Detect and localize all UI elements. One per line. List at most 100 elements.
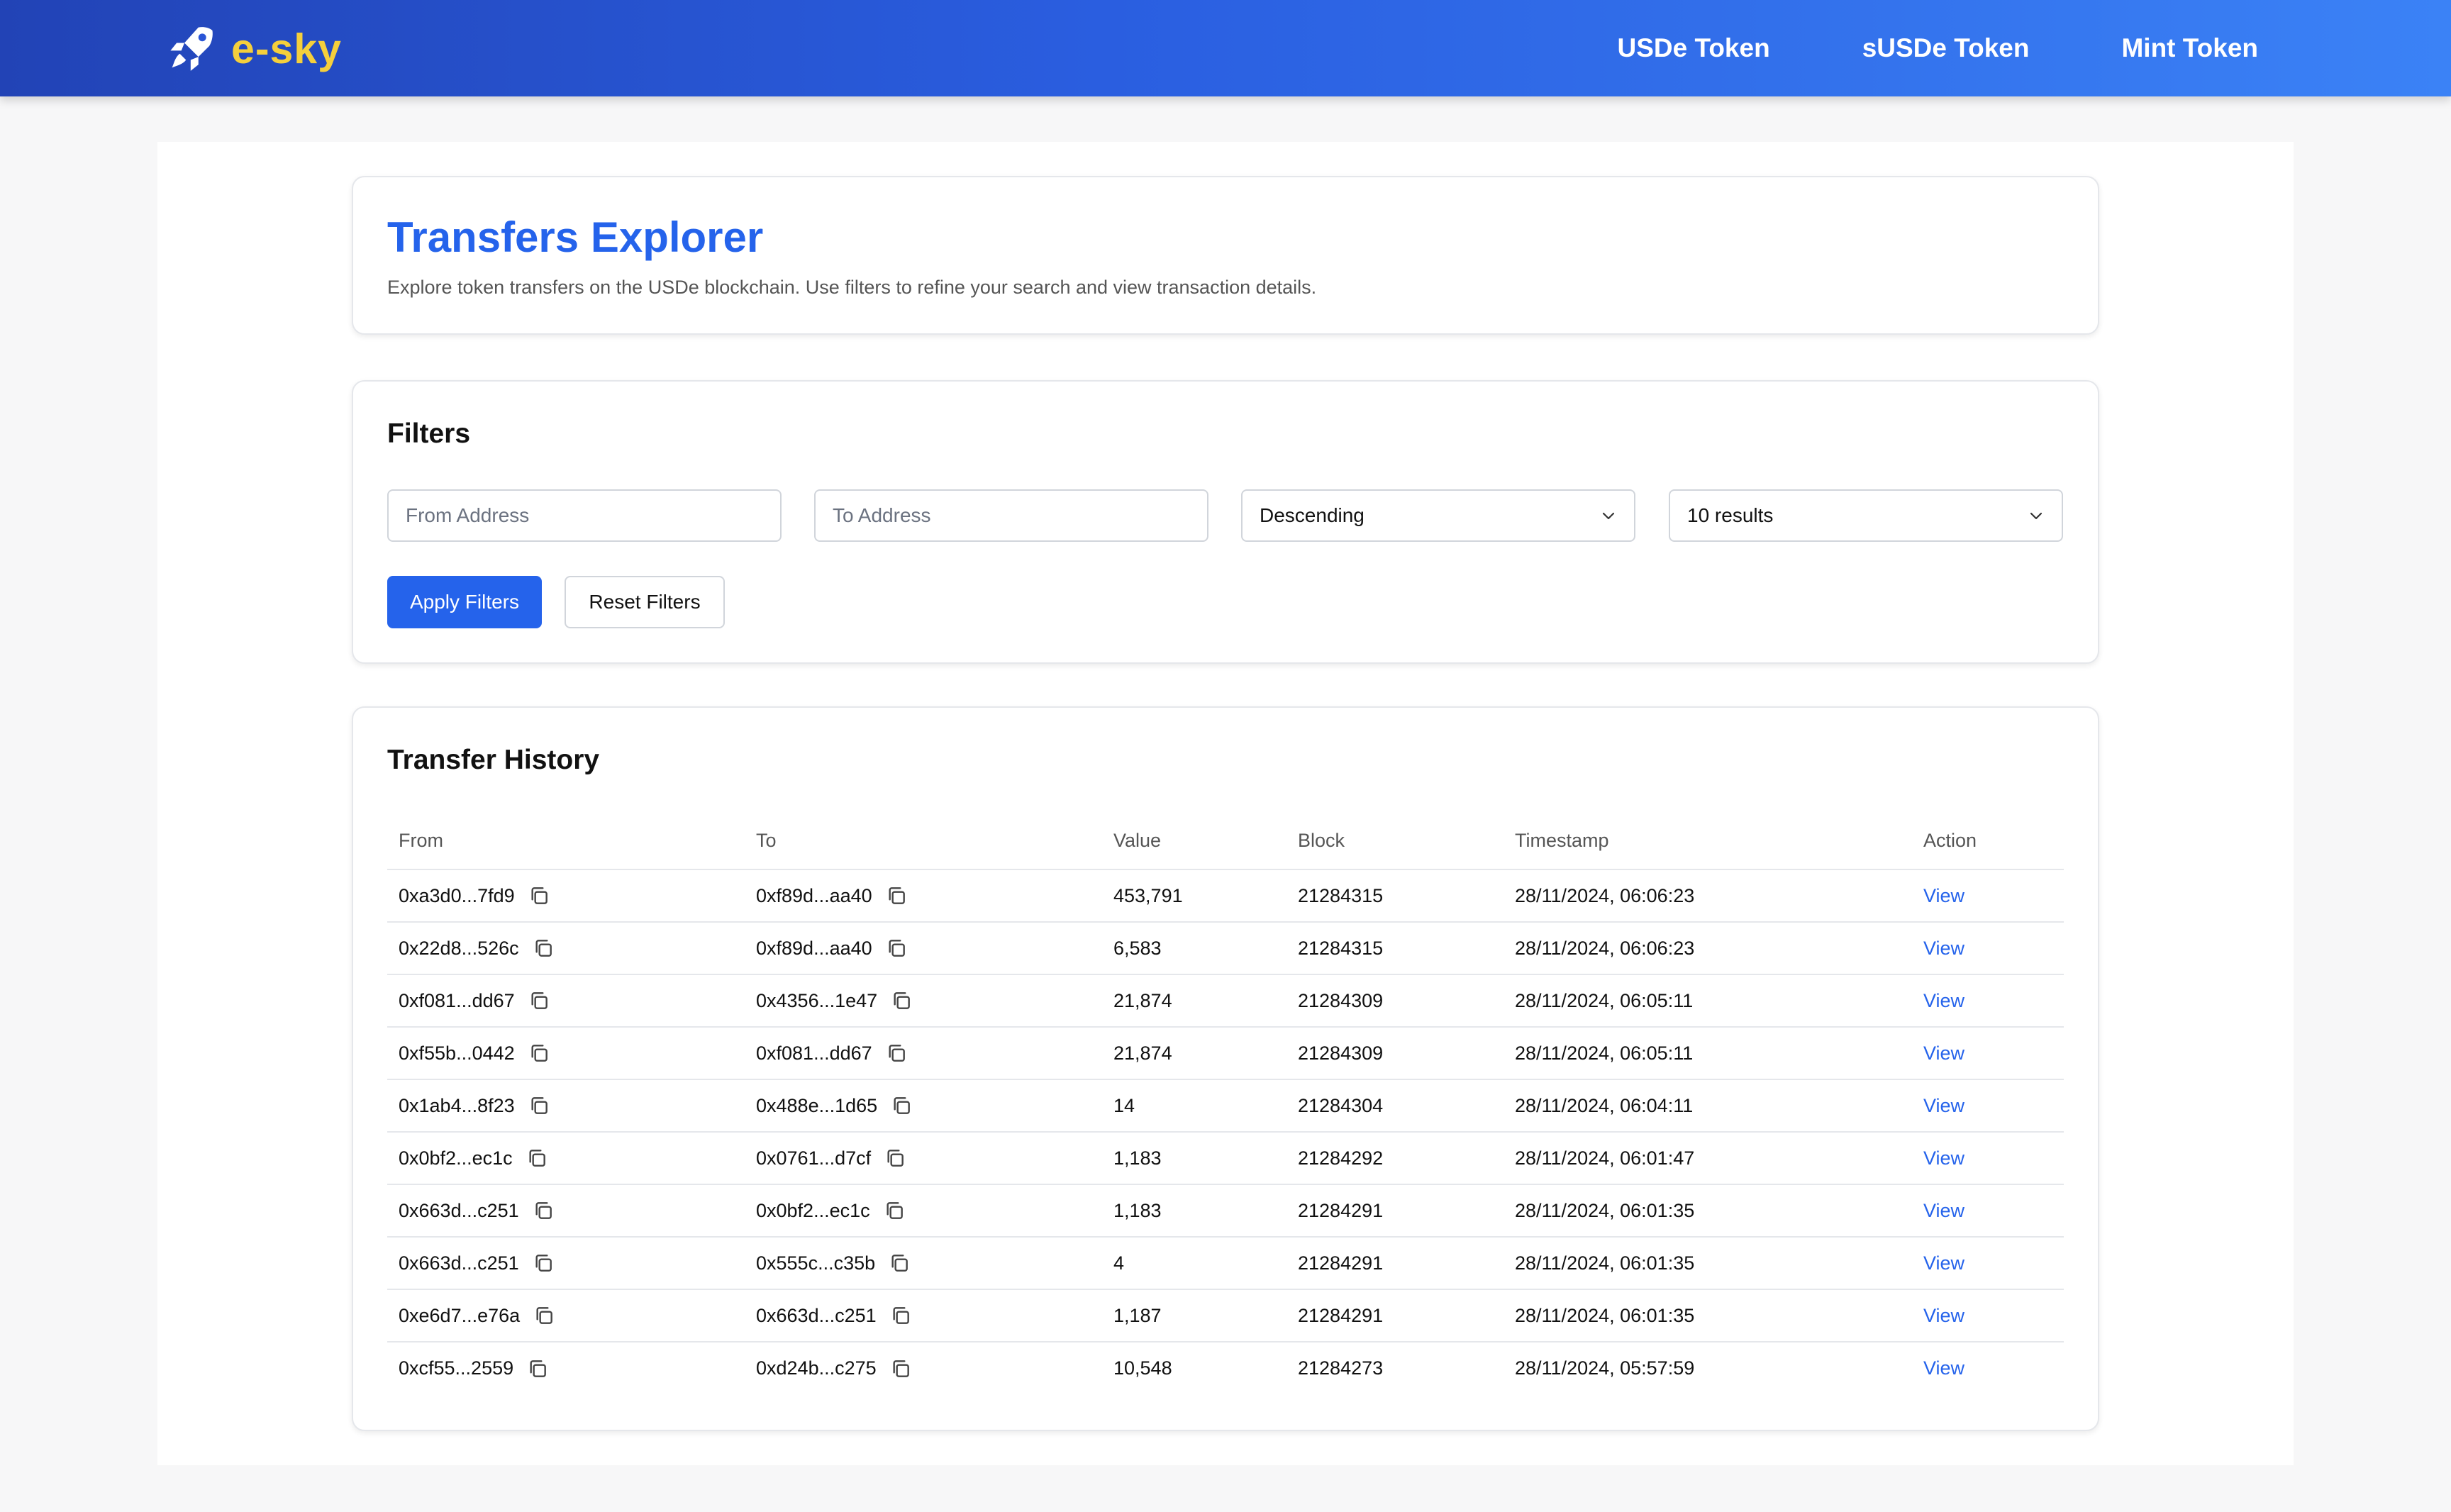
view-link[interactable]: View	[1923, 1305, 1964, 1326]
view-link[interactable]: View	[1923, 990, 1964, 1011]
copy-icon[interactable]	[889, 1304, 912, 1327]
to-cell: 0xf89d...aa40	[745, 869, 1102, 923]
view-link[interactable]: View	[1923, 1200, 1964, 1221]
view-link[interactable]: View	[1923, 1357, 1964, 1379]
copy-icon[interactable]	[533, 1304, 555, 1327]
copy-icon[interactable]	[890, 1094, 913, 1117]
column-header-to[interactable]: To	[745, 813, 1102, 870]
to-address[interactable]: 0x663d...c251	[756, 1305, 877, 1327]
action-cell: View	[1912, 1132, 2064, 1185]
nav-susde-token[interactable]: sUSDe Token	[1862, 33, 2030, 63]
copy-icon[interactable]	[889, 1357, 912, 1380]
to-address[interactable]: 0xf89d...aa40	[756, 885, 872, 907]
column-header-timestamp[interactable]: Timestamp	[1504, 813, 1912, 870]
copy-icon[interactable]	[528, 884, 550, 907]
action-cell: View	[1912, 1079, 2064, 1133]
to-cell: 0x663d...c251	[745, 1289, 1102, 1343]
from-cell: 0xf55b...0442	[387, 1027, 745, 1080]
view-link[interactable]: View	[1923, 1043, 1964, 1064]
column-header-from[interactable]: From	[387, 813, 745, 870]
to-address-field[interactable]	[814, 489, 1208, 542]
view-link[interactable]: View	[1923, 1095, 1964, 1116]
action-cell: View	[1912, 1184, 2064, 1238]
from-address[interactable]: 0x22d8...526c	[399, 938, 519, 960]
results-limit-select[interactable]: 10 results	[1669, 489, 2063, 542]
to-address-input[interactable]	[833, 491, 1190, 540]
from-address[interactable]: 0xf55b...0442	[399, 1043, 515, 1064]
value-cell: 453,791	[1102, 869, 1286, 923]
from-address[interactable]: 0x663d...c251	[399, 1200, 519, 1222]
copy-icon[interactable]	[885, 1042, 908, 1064]
copy-icon[interactable]	[528, 989, 550, 1012]
nav-links: USDe Token sUSDe Token Mint Token	[1525, 0, 2259, 96]
from-address[interactable]: 0xcf55...2559	[399, 1357, 513, 1379]
copy-icon[interactable]	[885, 884, 908, 907]
copy-icon[interactable]	[885, 937, 908, 960]
block-cell: 21284273	[1298, 1357, 1384, 1379]
from-address[interactable]: 0x1ab4...8f23	[399, 1095, 515, 1117]
results-limit-value: 10 results	[1687, 504, 1774, 526]
copy-icon[interactable]	[532, 1252, 555, 1274]
value-cell: 1,183	[1102, 1132, 1286, 1185]
to-address[interactable]: 0x555c...c35b	[756, 1252, 875, 1274]
brand-name: e-sky	[231, 26, 342, 72]
apply-filters-button[interactable]: Apply Filters	[387, 576, 542, 628]
copy-icon[interactable]	[532, 937, 555, 960]
from-address-input[interactable]	[406, 491, 763, 540]
copy-icon[interactable]	[526, 1147, 548, 1169]
copy-icon[interactable]	[890, 989, 913, 1012]
block-cell: 21284291	[1286, 1289, 1504, 1343]
value-cell: 4	[1102, 1237, 1286, 1290]
filters-card: Filters Descending 10 results Apply Filt…	[352, 380, 2099, 664]
value-cell: 14	[1102, 1079, 1286, 1133]
from-address[interactable]: 0xe6d7...e76a	[399, 1305, 520, 1327]
nav-mint-token[interactable]: Mint Token	[2121, 33, 2258, 63]
view-link[interactable]: View	[1923, 1252, 1964, 1274]
filters-title: Filters	[387, 418, 471, 449]
from-cell: 0x663d...c251	[387, 1237, 745, 1290]
to-cell: 0xf081...dd67	[745, 1027, 1102, 1080]
to-address[interactable]: 0x488e...1d65	[756, 1095, 877, 1117]
block-cell: 21284315	[1286, 922, 1504, 975]
nav-usde-token[interactable]: USDe Token	[1618, 33, 1770, 63]
action-cell: View	[1912, 1289, 2064, 1343]
to-address[interactable]: 0xd24b...c275	[756, 1357, 877, 1379]
column-header-block[interactable]: Block	[1286, 813, 1504, 870]
column-header-value[interactable]: Value	[1102, 813, 1286, 870]
copy-icon[interactable]	[526, 1357, 549, 1380]
from-cell: 0xcf55...2559	[387, 1342, 745, 1394]
view-link[interactable]: View	[1923, 1147, 1964, 1169]
from-address[interactable]: 0xa3d0...7fd9	[399, 885, 515, 907]
copy-icon[interactable]	[884, 1147, 906, 1169]
value-cell: 1,187	[1102, 1289, 1286, 1343]
brand-logo[interactable]: e-sky	[167, 24, 342, 74]
from-address[interactable]: 0x0bf2...ec1c	[399, 1147, 513, 1169]
table-row: 0xa3d0...7fd9 0xf89d...aa40 453,791 2128431…	[387, 869, 2064, 923]
action-cell: View	[1912, 1342, 2064, 1394]
to-address[interactable]: 0xf081...dd67	[756, 1043, 872, 1064]
block-cell: 21284309	[1286, 974, 1504, 1028]
table-row: 0x0bf2...ec1c 0x0761...d7cf 1,183 21284292 2…	[387, 1132, 2064, 1185]
reset-filters-button[interactable]: Reset Filters	[565, 576, 725, 628]
view-link[interactable]: View	[1923, 885, 1964, 906]
chevron-down-icon	[2030, 512, 2042, 520]
sort-order-select[interactable]: Descending	[1241, 489, 1635, 542]
from-address[interactable]: 0x663d...c251	[399, 1252, 519, 1274]
from-cell: 0x1ab4...8f23	[387, 1079, 745, 1133]
view-link[interactable]: View	[1923, 938, 1964, 959]
from-address[interactable]: 0xf081...dd67	[399, 990, 515, 1012]
copy-icon[interactable]	[528, 1094, 550, 1117]
from-cell: 0xa3d0...7fd9	[387, 869, 745, 923]
copy-icon[interactable]	[532, 1199, 555, 1222]
rocket-icon	[167, 23, 217, 76]
to-address[interactable]: 0xf89d...aa40	[756, 938, 872, 960]
copy-icon[interactable]	[528, 1042, 550, 1064]
to-address[interactable]: 0x0bf2...ec1c	[756, 1200, 870, 1222]
to-address[interactable]: 0x4356...1e47	[756, 990, 877, 1012]
copy-icon[interactable]	[888, 1252, 911, 1274]
from-cell: 0x0bf2...ec1c	[387, 1132, 745, 1185]
main-container: Transfers Explorer Explore token transfe…	[157, 142, 2294, 1465]
from-address-field[interactable]	[387, 489, 782, 542]
copy-icon[interactable]	[883, 1199, 906, 1222]
to-address[interactable]: 0x0761...d7cf	[756, 1147, 871, 1169]
